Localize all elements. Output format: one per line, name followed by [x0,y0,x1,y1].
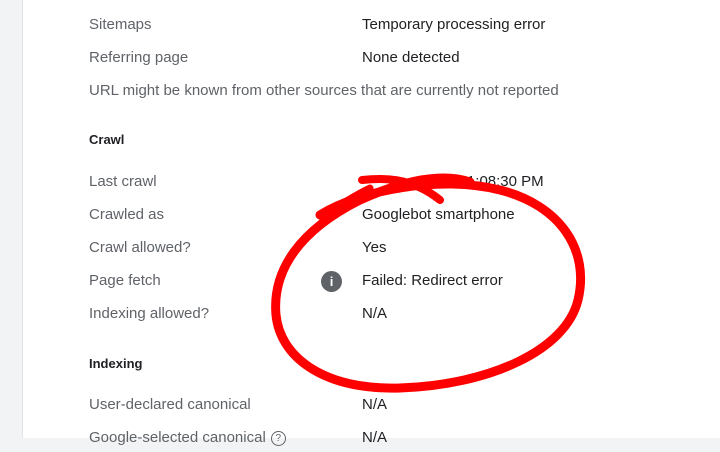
page-fetch-value: Failed: Redirect error [362,272,503,289]
crawl-allowed-label: Crawl allowed? [89,239,191,256]
last-crawl-label: Last crawl [89,173,157,190]
detail-row-user-canonical: User-declared canonical N/A [23,395,720,419]
indexing-allowed-value: N/A [362,305,388,322]
help-icon[interactable]: ? [270,430,286,446]
user-canonical-label: User-declared canonical [89,396,251,413]
discovery-note-row: URL might be known from other sources th… [23,81,720,105]
indexing-allowed-label: Indexing allowed? [89,305,210,322]
url-inspection-details-panel: Sitemaps Temporary processing error Refe… [22,0,720,446]
page-fetch-label: Page fetch [89,272,161,289]
crawled-as-label: Crawled as [89,206,165,223]
detail-row-sitemaps: Sitemaps Temporary processing error [23,15,720,39]
crawl-allowed-value: Yes [362,239,387,256]
detail-row-crawled-as: Crawled as Googlebot smartphone [23,205,720,229]
last-crawl-value: 2024, 11:08:30 PM [418,173,544,190]
sitemaps-label: Sitemaps [89,16,152,33]
crawled-as-value: Googlebot smartphone [362,206,515,223]
indexing-section-heading: Indexing [89,356,143,371]
info-icon[interactable]: i [321,271,342,292]
discovery-note: URL might be known from other sources th… [89,82,559,99]
crawl-section-heading: Crawl [89,132,125,147]
detail-row-indexing-allowed: Indexing allowed? N/A [23,304,720,328]
google-canonical-value: N/A [362,429,388,446]
referring-page-label: Referring page [89,49,189,66]
detail-row-crawl-allowed: Crawl allowed? Yes [23,238,720,262]
detail-row-page-fetch: Page fetch i Failed: Redirect error [23,271,720,295]
detail-row-referring-page: Referring page None detected [23,48,720,72]
google-canonical-label-wrap: Google-selected canonical? [89,428,286,448]
detail-row-last-crawl: Last crawl 2024, 11:08:30 PM [23,172,720,196]
referring-page-value: None detected [362,49,460,66]
sitemaps-value: Temporary processing error [362,16,546,33]
user-canonical-value: N/A [362,396,388,413]
detail-row-google-canonical: Google-selected canonical? N/A [23,428,720,452]
